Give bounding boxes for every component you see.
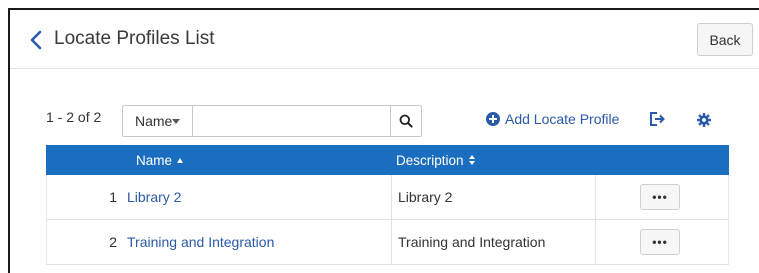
plus-circle-icon [486,112,500,126]
results-count: 1 - 2 of 2 [46,109,102,125]
page-header: Locate Profiles List Back [10,10,759,69]
table-row: 1 Library 2 Library 2 ••• [46,175,729,220]
back-button[interactable]: Back [697,23,753,56]
search-field-dropdown[interactable]: Name [123,106,193,136]
page-frame: Locate Profiles List Back 1 - 2 of 2 Nam… [8,8,759,273]
row-actions-button[interactable]: ••• [640,229,680,255]
add-locate-profile-button[interactable]: Add Locate Profile [486,111,619,127]
row-number: 2 [109,234,117,250]
gear-icon[interactable] [697,113,711,127]
add-locate-profile-label: Add Locate Profile [505,111,620,127]
sort-ascending-icon [177,157,184,163]
profile-description: Library 2 [391,175,596,219]
column-header-description-label: Description [396,152,464,168]
row-actions-cell: ••• [596,229,728,255]
search-button[interactable] [389,106,421,136]
profile-name-link[interactable]: Library 2 [127,189,391,205]
export-icon[interactable] [648,111,666,127]
search-input[interactable] [192,106,390,136]
profile-name-link[interactable]: Training and Integration [127,234,391,250]
search-field-label: Name [135,113,173,129]
table-row: 2 Training and Integration Training and … [46,220,729,265]
profiles-table: Name Description 1 Library 2 Library 2 •… [46,145,729,265]
column-header-description[interactable]: Description [390,153,590,168]
chevron-left-icon[interactable] [26,28,46,52]
page-title: Locate Profiles List [54,28,215,49]
caret-down-icon [171,119,180,124]
column-header-name-label: Name [136,152,173,168]
search-icon [399,114,413,128]
sort-icon [468,155,475,165]
profile-description: Training and Integration [391,220,596,264]
row-number: 1 [109,189,117,205]
column-header-name[interactable]: Name [126,153,390,168]
table-header: Name Description [46,145,729,175]
row-actions-cell: ••• [596,184,728,210]
search-bar: Name [122,105,422,137]
row-actions-button[interactable]: ••• [640,184,680,210]
